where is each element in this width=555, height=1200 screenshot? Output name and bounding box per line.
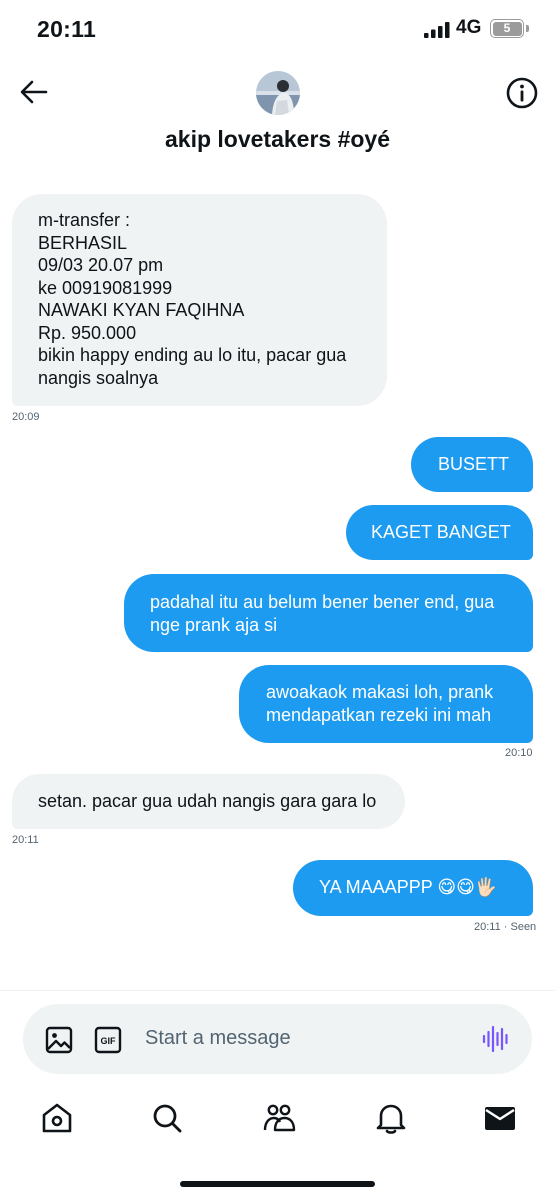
message-line: BERHASIL [38, 232, 128, 253]
battery-icon: 5 [490, 19, 524, 38]
conversation-title: akip lovetakers #oyé [164, 126, 391, 152]
message-outgoing[interactable]: KAGET BANGET [346, 505, 533, 560]
message-line: m-transfer : [38, 210, 131, 230]
message-outgoing[interactable]: BUSETT [411, 437, 533, 492]
arrow-left-icon[interactable] [18, 76, 50, 108]
battery-cap [526, 25, 529, 32]
voice-message-icon[interactable] [481, 1024, 511, 1054]
message-line: awoakaok makasi loh, prank [266, 682, 494, 702]
message-timestamp: 20:11 · Seen [474, 921, 537, 933]
signal-icon [424, 22, 450, 38]
notifications-icon[interactable] [373, 1100, 409, 1136]
message-incoming[interactable]: m-transfer : BERHASIL 09/03 20.07 pm ke … [12, 194, 387, 406]
message-line: mendapatkan rezeki ini mah [266, 704, 492, 725]
message-line: YA MAAAPPP 😋😋🖐🏻 [319, 877, 498, 897]
home-indicator [180, 1181, 375, 1187]
message-timestamp: 20:09 [12, 411, 40, 423]
message-line: KAGET BANGET [371, 522, 511, 542]
message-line: bikin happy ending au lo itu, pacar gua [38, 345, 347, 365]
search-icon[interactable] [149, 1100, 185, 1136]
communities-icon[interactable] [261, 1100, 297, 1136]
info-icon[interactable] [505, 76, 539, 110]
conversation-avatar[interactable] [256, 71, 300, 115]
status-bar: 20:11 4G 5 [0, 0, 555, 60]
message-line: BUSETT [438, 454, 510, 474]
message-line: nangis soalnya [38, 367, 159, 388]
network-type: 4G [456, 17, 482, 38]
avatar-image [256, 71, 300, 115]
message-line: NAWAKI KYAN FAQIHNA [38, 300, 245, 320]
gif-icon[interactable]: GIF [93, 1025, 123, 1055]
image-icon[interactable] [44, 1025, 74, 1055]
battery-level: 5 [492, 21, 522, 36]
message-line: 09/03 20.07 pm [38, 255, 164, 275]
message-line: padahal itu au belum bener bener end, gu… [150, 592, 495, 612]
message-input[interactable]: Start a message [145, 1027, 291, 1050]
composer-divider [0, 990, 555, 991]
message-line: ke 00919081999 [38, 277, 173, 298]
message-line: Rp. 950.000 [38, 322, 137, 343]
message-outgoing[interactable]: awoakaok makasi loh, prank mendapatkan r… [239, 665, 533, 743]
gif-label: GIF [101, 1036, 117, 1046]
messages-icon[interactable] [482, 1100, 518, 1136]
home-icon[interactable] [39, 1100, 75, 1136]
message-incoming[interactable]: setan. pacar gua udah nangis gara gara l… [12, 774, 405, 829]
message-line: nge prank aja si [150, 614, 278, 635]
message-outgoing[interactable]: padahal itu au belum bener bener end, gu… [124, 574, 533, 652]
message-timestamp: 20:10 [505, 747, 533, 759]
status-time: 20:11 [37, 16, 97, 42]
message-outgoing[interactable]: YA MAAAPPP 😋😋🖐🏻 [293, 860, 533, 916]
message-composer[interactable]: GIF Start a message [23, 1004, 532, 1074]
message-line: setan. pacar gua udah nangis gara gara l… [38, 791, 377, 811]
message-timestamp: 20:11 [12, 834, 39, 846]
